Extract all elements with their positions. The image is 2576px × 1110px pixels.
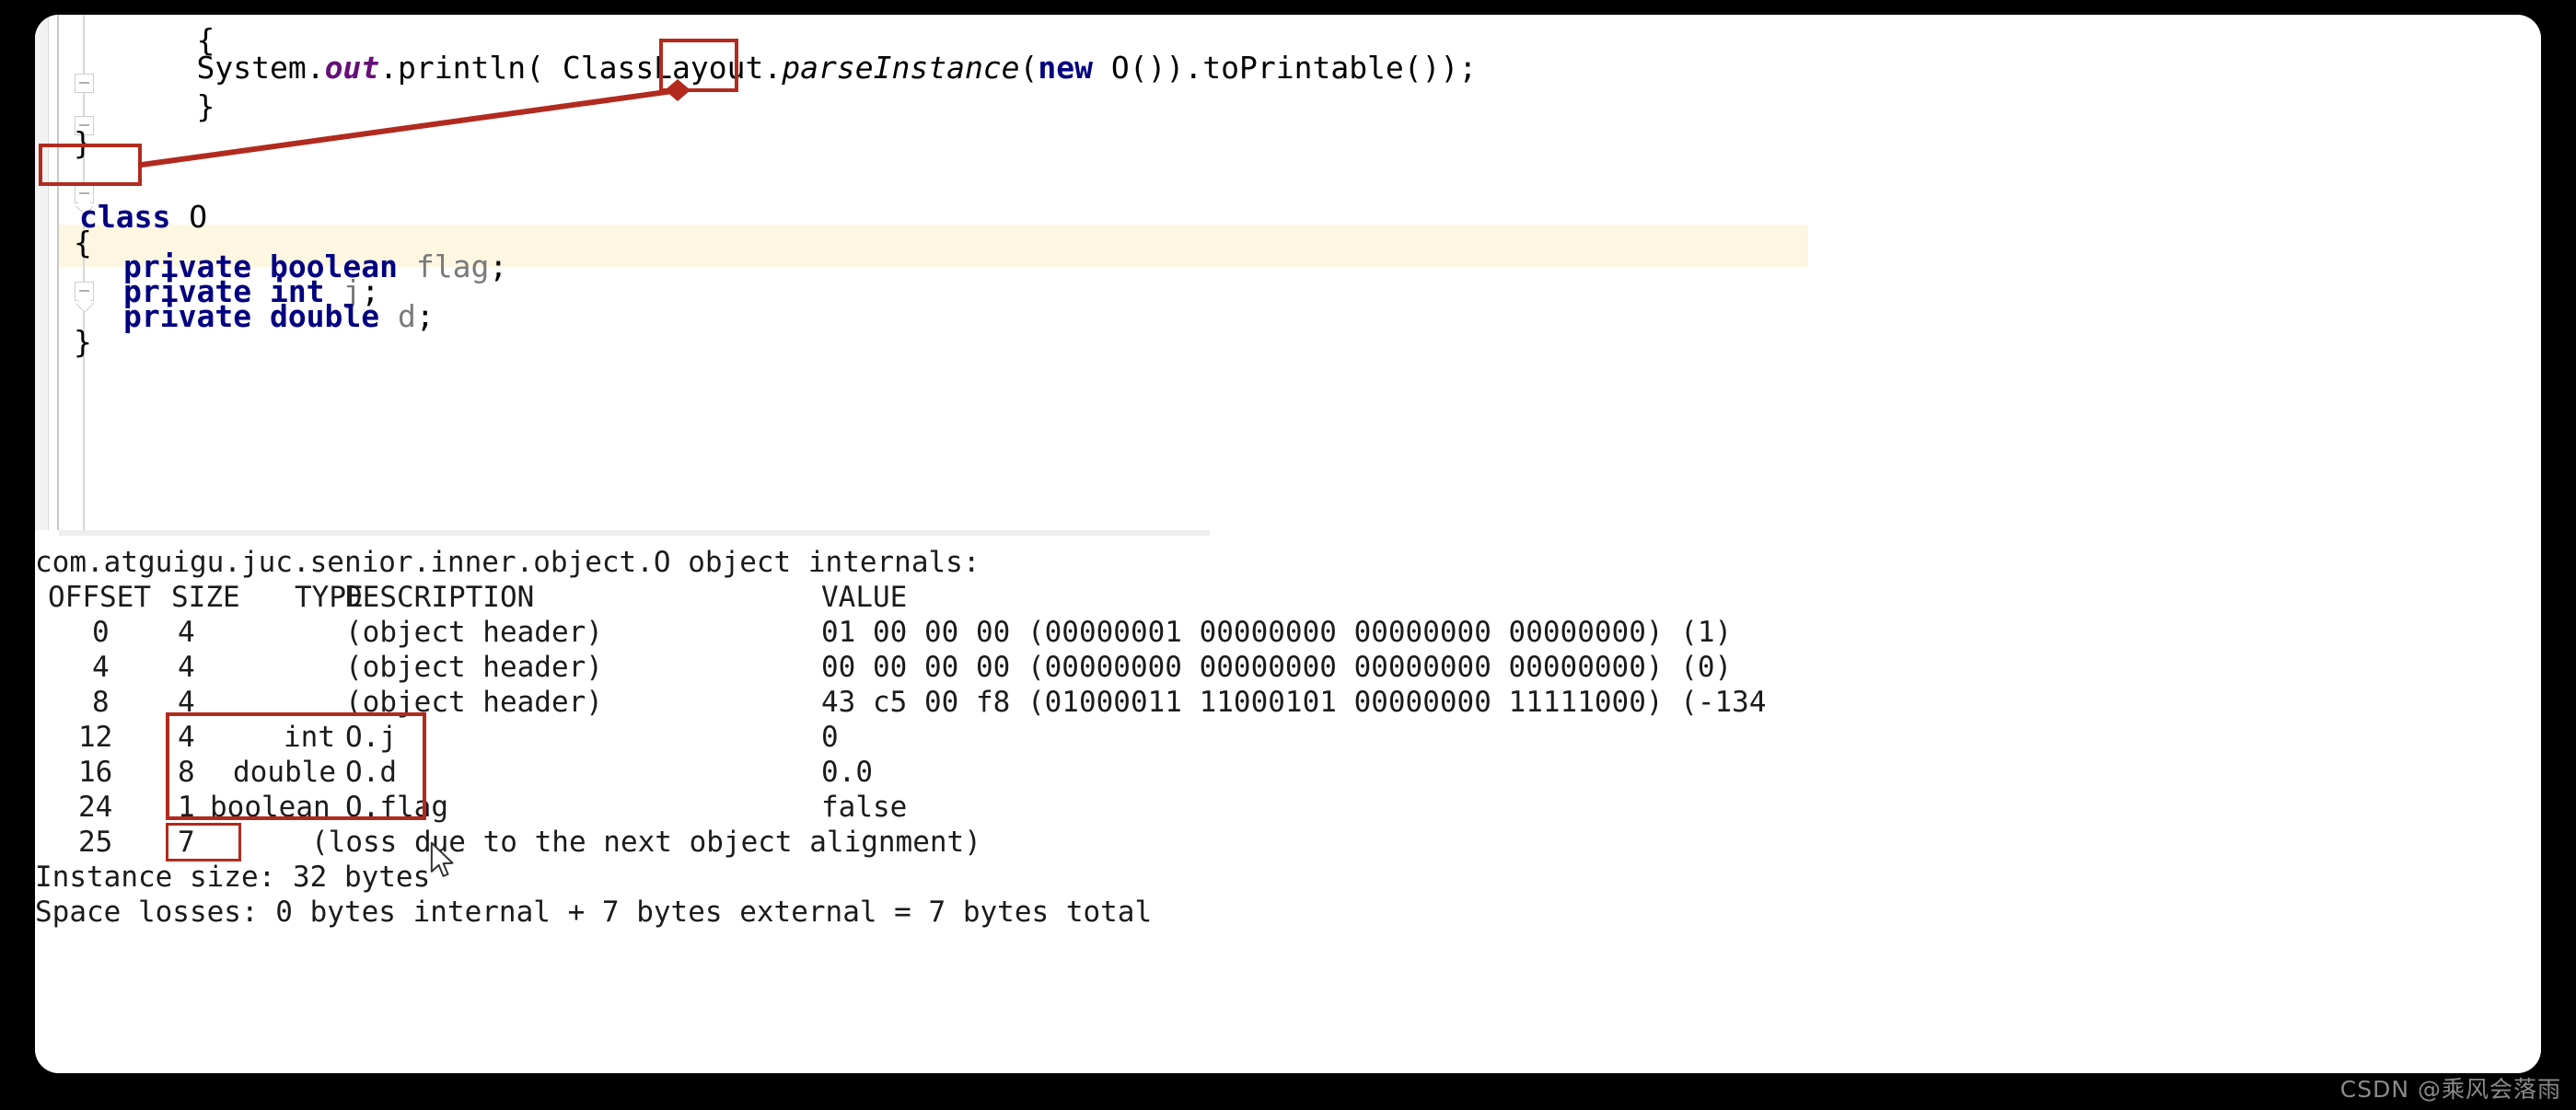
token-class-name: O [170, 199, 208, 235]
console-space-losses: Space losses: 0 bytes internal + 7 bytes… [35, 896, 1153, 929]
row-offset: 25 [78, 826, 113, 859]
row-offset: 0 [92, 616, 110, 649]
console-instance-size: Instance size: 32 bytes [35, 861, 431, 894]
code-line-class-open-brace: { [74, 225, 92, 260]
annotation-box-new-o [659, 39, 738, 92]
token-semicolon: ; [415, 298, 435, 334]
watermark-csdn: CSDN @乘风会落雨 [2339, 1076, 2561, 1103]
token-system: System. [196, 50, 325, 86]
row-value: 0.0 [821, 756, 873, 789]
token-paren-open: ( [1019, 50, 1039, 86]
code-line-close-brace-inner: } [123, 88, 215, 124]
console-column-value: VALUE [821, 581, 908, 614]
fold-marker-icon[interactable] [75, 74, 94, 93]
token-field-flag: flag [398, 249, 490, 284]
code-line-field-d: private double d; [123, 298, 435, 335]
console-column-description: DESCRIPTION [345, 581, 535, 614]
token-new-object: O() [1093, 50, 1166, 86]
row-value: 01 00 00 00 (00000001 00000000 00000000 … [821, 616, 1733, 649]
row-description: (loss due to the next object alignment) [311, 826, 981, 859]
row-size: 4 [178, 616, 195, 649]
code-line-class-decl: class O [79, 199, 207, 236]
token-double-keyword: double [251, 298, 380, 334]
token-tail: ).toPrintable()); [1166, 50, 1478, 86]
code-line-class-close-brace: } [74, 324, 92, 360]
token-private-keyword: private [123, 298, 252, 334]
row-offset: 16 [78, 756, 113, 789]
code-editor[interactable]: { System.out.println( ClassLayout.parseI… [35, 15, 2541, 530]
row-offset: 8 [92, 686, 110, 719]
token-semicolon: ; [489, 249, 508, 284]
row-value: 43 c5 00 f8 (01000011 11000101 00000000 … [821, 686, 1767, 719]
editor-gutter-divider [57, 15, 59, 530]
fold-marker-expanded-icon[interactable] [75, 282, 94, 301]
code-line-println: System.out.println( ClassLayout.parseIns… [123, 50, 1477, 87]
row-offset: 4 [92, 651, 110, 684]
token-field-d: d [379, 298, 416, 334]
token-class-keyword: class [79, 199, 171, 235]
console-column-size: SIZE [171, 581, 240, 614]
screenshot-panel: { System.out.println( ClassLayout.parseI… [35, 15, 2541, 1073]
annotation-box-class-o [39, 144, 142, 186]
annotation-box-fields [166, 712, 426, 820]
row-description: (object header) [345, 651, 603, 684]
console-separator [59, 530, 1210, 536]
token-out: out [324, 50, 380, 86]
row-offset: 24 [78, 791, 113, 824]
editor-scrollbar-track[interactable] [35, 15, 49, 530]
token-new-keyword: new [1038, 50, 1094, 86]
row-description: (object header) [345, 616, 603, 649]
row-value: 00 00 00 00 (00000000 00000000 00000000 … [821, 651, 1733, 684]
row-size: 4 [178, 651, 195, 684]
console-header-line: com.atguigu.juc.senior.inner.object.O ob… [35, 546, 981, 579]
row-offset: 12 [78, 721, 113, 754]
row-value: 0 [821, 721, 839, 754]
token-parse-instance: parseInstance [782, 50, 1020, 86]
console-output[interactable]: com.atguigu.juc.senior.inner.object.O ob… [35, 530, 2541, 1073]
console-column-offset: OFFSET [48, 581, 151, 614]
annotation-box-padding [166, 823, 241, 861]
row-value: false [821, 791, 908, 824]
